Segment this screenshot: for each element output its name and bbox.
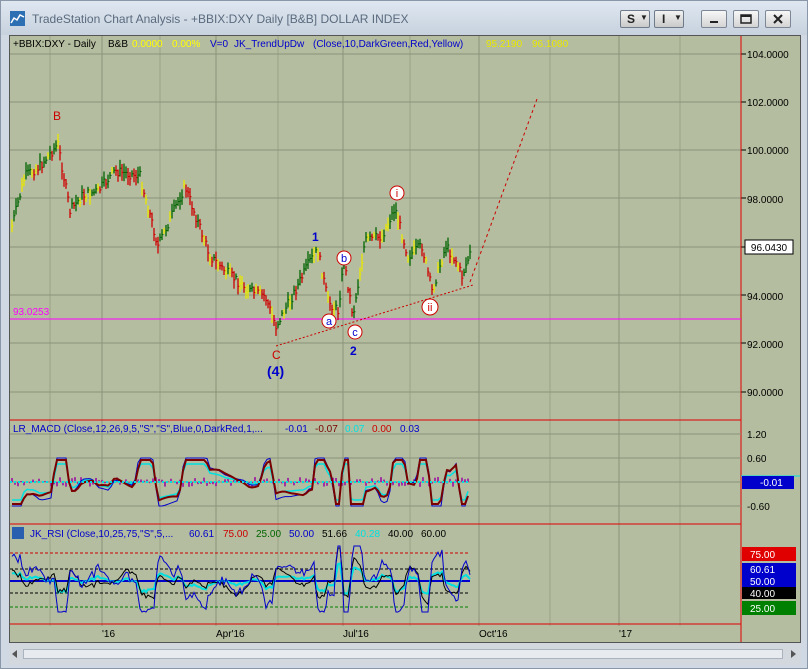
rsi-panel[interactable]: JK_RSI (Close,10,25,75,"S",5,... 60.61 7…: [11, 527, 796, 615]
rsi-value-4: 50.00: [289, 529, 314, 540]
wave-label-i: i: [396, 188, 398, 200]
y-tick: 94.0000: [747, 292, 784, 303]
rsi-value-7: 40.00: [388, 529, 413, 540]
rsi-value-5: 51.66: [322, 529, 347, 540]
macd-last-value: -0.01: [760, 478, 783, 489]
support-line-label: 93.0253: [13, 307, 50, 318]
chevron-down-icon: ▼: [674, 13, 682, 22]
rsi-badge-current-value: 60.61: [750, 565, 775, 576]
scroll-track[interactable]: [23, 649, 783, 659]
change-pct-value: 0.00%: [172, 39, 200, 50]
wave-label-c-major: C: [272, 348, 281, 362]
symbol-label: +BBIX:DXY - Daily: [13, 39, 96, 50]
y-tick: 98.0000: [747, 195, 784, 206]
wave-label-1: 1: [312, 230, 319, 244]
scroll-right-icon[interactable]: [787, 647, 799, 661]
bb-label: B&B: [108, 39, 128, 50]
wave-label-ii: ii: [428, 302, 433, 314]
maximize-icon: [740, 14, 752, 24]
price-axis[interactable]: 104.0000 102.0000 100.0000 98.0000 94.00…: [747, 50, 789, 399]
change-value: 0.0000: [132, 39, 163, 50]
rsi-badge-50-value: 50.00: [750, 577, 775, 588]
time-axis[interactable]: '16 Apr'16 Jul'16 Oct'16 '17: [102, 629, 632, 640]
wave-label-b: b: [341, 253, 347, 265]
y-tick: 100.0000: [747, 146, 789, 157]
wave-trendline: [275, 284, 474, 347]
wave-label-c: c: [352, 327, 358, 339]
symbol-menu-button[interactable]: S ▼: [620, 10, 650, 28]
price-panel[interactable]: 93.0253 B C (4) 1 2 a b c i ii +BBIX:DXY…: [10, 39, 794, 379]
x-tick: Apr'16: [216, 629, 245, 640]
app-icon: [10, 11, 25, 26]
rsi-value-6: 40.28: [355, 529, 380, 540]
volume-value: V=0: [210, 39, 229, 50]
macd-panel[interactable]: LR_MACD (Close,12,26,9,5,"S","S",Blue,0,…: [10, 424, 800, 507]
projection-line: [469, 98, 538, 283]
last-price-value: 96.0430: [751, 243, 788, 254]
macd-value-3: 0.07: [345, 424, 365, 435]
macd-label: LR_MACD (Close,12,26,9,5,"S","S",Blue,0,…: [13, 424, 263, 435]
wave-label-b-major: B: [53, 109, 61, 123]
rsi-value-3: 25.00: [256, 529, 281, 540]
x-tick: Jul'16: [343, 629, 369, 640]
y-tick: 102.0000: [747, 98, 789, 109]
rsi-label: JK_RSI (Close,10,25,75,"S",5,...: [30, 529, 173, 540]
indicator-value-1: 95.2190: [486, 39, 523, 50]
macd-y-tick: 1.20: [747, 430, 767, 441]
rsi-value-8: 60.00: [421, 529, 446, 540]
symbol-menu-label: S: [627, 12, 636, 26]
macd-y-tick: 0.60: [747, 454, 767, 465]
indicator-name: JK_TrendUpDw: [234, 39, 305, 50]
rsi-line: [11, 545, 471, 613]
x-tick: '17: [619, 629, 632, 640]
rsi-plot: [11, 545, 471, 613]
rsi-signal-line: [11, 547, 471, 606]
macd-value-5: 0.03: [400, 424, 420, 435]
macd-y-tick: -0.60: [747, 502, 770, 513]
chart-canvas[interactable]: 93.0253 B C (4) 1 2 a b c i ii +BBIX:DXY…: [10, 36, 800, 642]
app-window: TradeStation Chart Analysis - +BBIX:DXY …: [0, 0, 808, 669]
price-bars: [11, 133, 472, 336]
insert-menu-button[interactable]: I ▼: [654, 10, 684, 28]
indicator-value-2: 96.1080: [532, 39, 569, 50]
y-tick: 90.0000: [747, 388, 784, 399]
title-bar[interactable]: TradeStation Chart Analysis - +BBIX:DXY …: [1, 1, 807, 35]
scroll-bar[interactable]: [9, 643, 801, 665]
rsi-value-2: 75.00: [223, 529, 248, 540]
insert-menu-label: I: [662, 12, 666, 26]
wave-label-2: 2: [350, 344, 357, 358]
y-tick: 104.0000: [747, 50, 789, 61]
wave-label-4: (4): [267, 363, 284, 379]
rsi-badge-75-value: 75.00: [750, 550, 775, 561]
rsi-icon: [12, 527, 24, 539]
rsi-badge-40-value: 40.00: [750, 589, 775, 600]
indicator-params: (Close,10,DarkGreen,Red,Yellow): [313, 39, 463, 50]
window-title: TradeStation Chart Analysis - +BBIX:DXY …: [32, 12, 409, 26]
scroll-left-icon[interactable]: [9, 647, 21, 661]
close-icon: [773, 14, 783, 24]
x-tick: '16: [102, 629, 115, 640]
rsi-value-1: 60.61: [189, 529, 214, 540]
minimize-icon: [710, 21, 718, 23]
macd-value-4: 0.00: [372, 424, 392, 435]
rsi-average-line: [11, 562, 471, 595]
x-tick: Oct'16: [479, 629, 508, 640]
macd-value-2: -0.07: [315, 424, 338, 435]
macd-value-1: -0.01: [285, 424, 308, 435]
y-tick: 92.0000: [747, 340, 784, 351]
chevron-down-icon: ▼: [640, 13, 648, 22]
rsi-badge-25-value: 25.00: [750, 604, 775, 615]
maximize-button[interactable]: [733, 10, 759, 28]
wave-label-a: a: [326, 316, 333, 328]
chart-area[interactable]: 93.0253 B C (4) 1 2 a b c i ii +BBIX:DXY…: [9, 35, 801, 643]
minimize-button[interactable]: [701, 10, 727, 28]
close-button[interactable]: [765, 10, 791, 28]
chart-grid: [10, 36, 746, 642]
macd-axis[interactable]: 1.20 0.60 -0.60: [747, 430, 770, 513]
